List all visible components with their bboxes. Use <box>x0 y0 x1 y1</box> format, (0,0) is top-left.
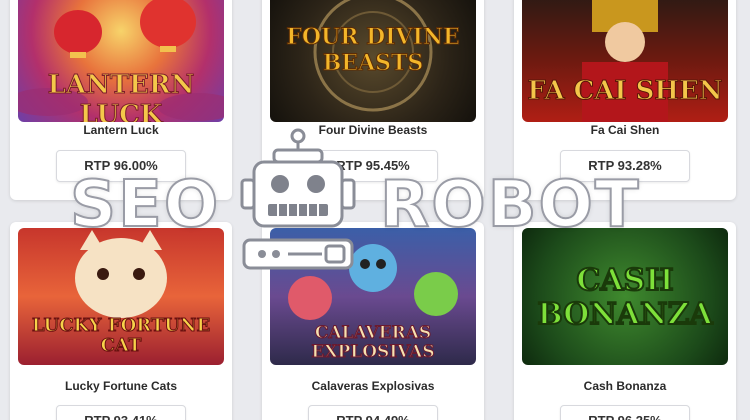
game-logo-text: FOUR DIVINE BEASTS <box>286 24 461 77</box>
rtp-badge: RTP 95.45% <box>308 150 438 182</box>
game-title[interactable]: Four Divine Beasts <box>262 123 484 137</box>
game-thumbnail[interactable]: LUCKY FORTUNE CAT <box>18 228 224 365</box>
game-card[interactable]: CASH BONANZA Cash Bonanza RTP 96.25% <box>514 222 736 420</box>
game-card[interactable]: LUCKY FORTUNE CAT Lucky Fortune Cats RTP… <box>10 222 232 420</box>
game-title[interactable]: Lucky Fortune Cats <box>10 379 232 393</box>
game-card[interactable]: FOUR DIVINE BEASTS Four Divine Beasts RT… <box>262 0 484 200</box>
game-thumbnail[interactable]: CALAVERAS EXPLOSIVAS <box>270 228 476 365</box>
rtp-badge: RTP 94.49% <box>308 405 438 420</box>
game-logo-text: FA CAI SHEN <box>527 76 723 107</box>
game-thumbnail[interactable]: LANTERN LUCK <box>18 0 224 122</box>
game-title[interactable]: Lantern Luck <box>10 123 232 137</box>
game-logo-text: CASH BONANZA <box>536 263 713 333</box>
game-thumbnail[interactable]: FOUR DIVINE BEASTS <box>270 0 476 122</box>
game-thumbnail[interactable]: FA CAI SHEN <box>522 0 728 122</box>
game-title[interactable]: Fa Cai Shen <box>514 123 736 137</box>
game-grid: LANTERN LUCK Lantern Luck RTP 96.00% FOU… <box>0 0 750 420</box>
game-logo-text: LANTERN LUCK <box>47 70 195 123</box>
rtp-badge: RTP 93.28% <box>560 150 690 182</box>
game-logo-text: CALAVERAS EXPLOSIVAS <box>311 323 435 362</box>
game-thumbnail[interactable]: CASH BONANZA <box>522 228 728 365</box>
rtp-badge: RTP 96.00% <box>56 150 186 182</box>
game-title[interactable]: Cash Bonanza <box>514 379 736 393</box>
rtp-badge: RTP 93.41% <box>56 405 186 420</box>
rtp-badge: RTP 96.25% <box>560 405 690 420</box>
game-title[interactable]: Calaveras Explosivas <box>262 379 484 393</box>
game-card[interactable]: FA CAI SHEN Fa Cai Shen RTP 93.28% <box>514 0 736 200</box>
game-logo-text: LUCKY FORTUNE CAT <box>31 315 211 356</box>
game-card[interactable]: CALAVERAS EXPLOSIVAS Calaveras Explosiva… <box>262 222 484 420</box>
game-card[interactable]: LANTERN LUCK Lantern Luck RTP 96.00% <box>10 0 232 200</box>
